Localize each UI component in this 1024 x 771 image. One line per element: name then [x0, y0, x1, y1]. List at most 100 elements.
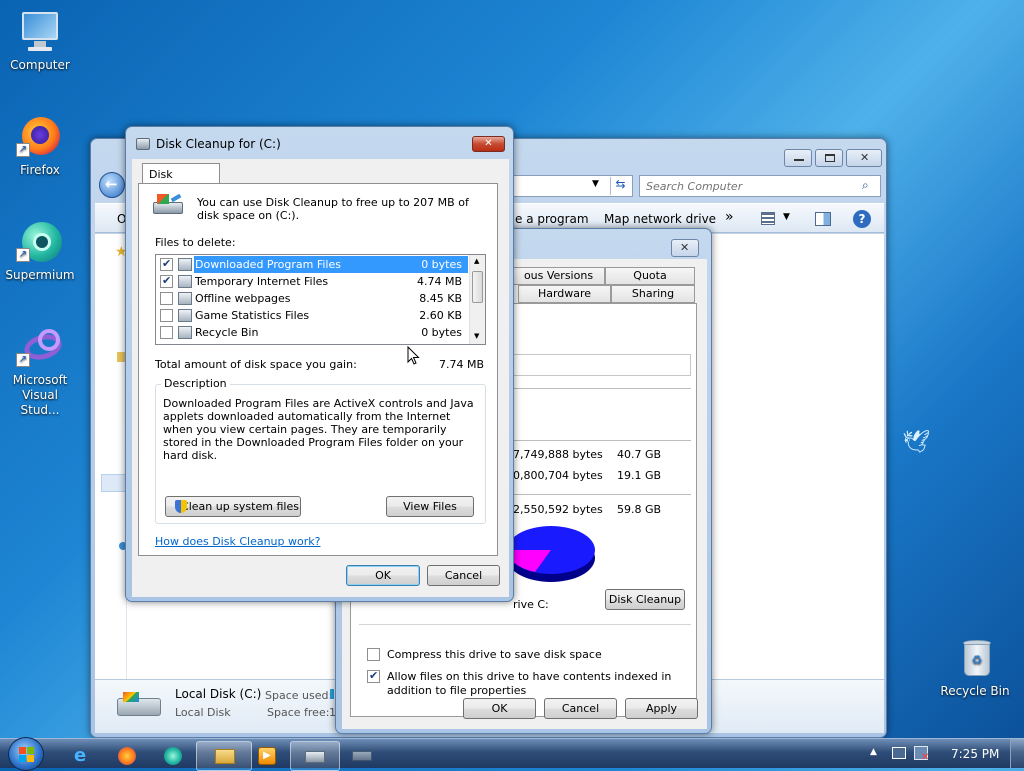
media-player-icon: ▶ [258, 747, 276, 765]
desktop-icon-visual-studio[interactable]: ↗ Microsoft Visual Stud... [0, 325, 80, 418]
scroll-up-icon[interactable]: ▲ [474, 257, 479, 265]
desktop-icon-label: Recycle Bin [940, 684, 1010, 698]
taskbar-ie[interactable]: e [58, 741, 106, 771]
file-checkbox[interactable] [160, 326, 173, 339]
file-list-item[interactable]: Game Statistics Files 2.60 KB [156, 307, 470, 324]
close-icon: ✕ [484, 138, 493, 149]
taskbar: e ▶ ▲ ✕ 7:25 PM [0, 737, 1024, 771]
file-row-content: Downloaded Program Files 0 bytes [194, 256, 468, 273]
back-button[interactable]: ← [99, 172, 125, 198]
file-checkbox[interactable] [160, 257, 173, 271]
file-name: Game Statistics Files [195, 309, 310, 322]
desktop-icon-supermium[interactable]: ↗ Supermium [0, 220, 80, 283]
tab-quota[interactable]: Quota [605, 267, 695, 285]
map-network-drive-button[interactable]: Map network drive [604, 212, 716, 226]
taskbar-drive-properties[interactable] [338, 741, 388, 771]
index-checkbox[interactable] [367, 669, 380, 683]
divider [359, 624, 691, 625]
taskbar-clock[interactable]: 7:25 PM [951, 747, 999, 761]
cleanup-ok-button[interactable]: OK [346, 565, 420, 586]
file-checkbox[interactable] [160, 292, 173, 305]
desktop-icon-computer[interactable]: Computer [0, 10, 80, 73]
free-space-size: 19.1 GB [617, 469, 662, 482]
preview-pane-icon[interactable] [815, 212, 831, 226]
description-label: Description [161, 377, 230, 390]
close-button[interactable]: ✕ [846, 149, 882, 167]
tab-previous-versions[interactable]: ous Versions [512, 267, 605, 285]
drive-caption: rive C: [513, 598, 549, 611]
show-hidden-icons[interactable]: ▲ [870, 747, 877, 757]
file-list[interactable]: Downloaded Program Files 0 bytes Temporary… [155, 254, 486, 345]
scroll-down-icon[interactable]: ▼ [474, 332, 479, 340]
file-type-icon [178, 292, 192, 305]
dialog-close-button[interactable]: ✕ [472, 136, 505, 152]
tab-sharing[interactable]: Sharing [611, 285, 695, 303]
computer-nav-item[interactable] [101, 474, 127, 492]
properties-cancel-button[interactable]: Cancel [544, 698, 617, 719]
file-size: 0 bytes [421, 326, 462, 339]
help-link[interactable]: How does Disk Cleanup work? [155, 535, 320, 548]
taskbar-disk-cleanup[interactable] [290, 741, 340, 771]
action-center-icon[interactable] [892, 747, 906, 759]
clean-up-system-files-button[interactable]: Clean up system files [165, 496, 301, 517]
intro-text: You can use Disk Cleanup to free up to 2… [197, 196, 469, 222]
taskbar-supermium[interactable] [148, 741, 196, 771]
arrow-left-icon: ← [105, 175, 118, 193]
minimize-button[interactable] [784, 149, 812, 167]
file-checkbox[interactable] [160, 274, 173, 288]
index-label: Allow files on this drive to have conten… [387, 670, 672, 697]
properties-ok-button[interactable]: OK [463, 698, 536, 719]
properties-apply-button[interactable]: Apply [625, 698, 698, 719]
view-options-icon[interactable]: ▼ [761, 211, 793, 227]
scroll-thumb[interactable] [472, 271, 483, 303]
cleanup-cancel-button[interactable]: Cancel [427, 565, 500, 586]
file-checkbox[interactable] [160, 309, 173, 322]
help-icon[interactable]: ? [853, 210, 871, 228]
uninstall-program-button[interactable]: e a program [515, 212, 589, 226]
taskbar-media-player[interactable]: ▶ [240, 741, 292, 771]
file-type-icon [178, 275, 192, 288]
start-button[interactable] [8, 737, 44, 771]
file-list-scrollbar[interactable]: ▲ ▼ [469, 255, 485, 344]
file-size: 8.45 KB [419, 292, 462, 305]
desktop-icon-firefox[interactable]: ↗ Firefox [0, 115, 80, 178]
visual-studio-icon: ↗ [16, 325, 65, 371]
properties-close-button[interactable]: ✕ [671, 239, 699, 257]
file-list-item[interactable]: Temporary Internet Files 4.74 MB [156, 273, 470, 290]
drive-type: Local Disk [175, 706, 231, 719]
file-size: 4.74 MB [416, 275, 462, 288]
drive-label-input[interactable] [511, 354, 691, 376]
file-list-item[interactable]: Offline webpages 8.45 KB [156, 290, 470, 307]
disk-cleanup-button[interactable]: Disk Cleanup [605, 589, 685, 610]
wallpaper-bird-icon: 🕊 [902, 430, 930, 455]
tab-disk-cleanup[interactable]: Disk Cleanup [142, 163, 220, 194]
show-desktop-button[interactable] [1010, 739, 1024, 769]
file-row-content: Offline webpages 8.45 KB [194, 290, 468, 307]
used-space-bytes: 7,749,888 bytes [513, 448, 603, 461]
close-icon: ✕ [860, 151, 870, 164]
file-list-item[interactable]: Downloaded Program Files 0 bytes [156, 256, 470, 273]
view-files-button[interactable]: View Files [386, 496, 474, 517]
supermium-icon: ↗ [16, 220, 64, 266]
space-used-label: Space used: [265, 689, 333, 702]
search-input[interactable] [644, 178, 844, 194]
file-size: 0 bytes [421, 258, 462, 271]
desktop-icon-recycle-bin[interactable]: ♻ Recycle Bin [935, 636, 1015, 699]
maximize-button[interactable] [815, 149, 843, 167]
address-bar[interactable]: ▼ ⇆ [511, 175, 633, 197]
more-commands-button[interactable]: » [725, 209, 734, 225]
space-used-bar [330, 689, 334, 699]
divider [511, 494, 691, 495]
desktop-icon-label: Firefox [20, 163, 60, 177]
search-box[interactable]: ⌕ [639, 175, 881, 197]
firefox-icon: ↗ [16, 115, 64, 161]
refresh-icon[interactable]: ⇆ [610, 177, 630, 195]
file-list-item[interactable]: Recycle Bin 0 bytes [156, 324, 470, 341]
network-icon[interactable]: ✕ [914, 746, 929, 763]
compress-checkbox[interactable] [367, 648, 380, 661]
dialog-title: Disk Cleanup for (C:) [156, 137, 281, 151]
taskbar-firefox[interactable] [102, 741, 150, 771]
search-icon: ⌕ [862, 178, 869, 192]
tab-hardware[interactable]: Hardware [518, 285, 611, 303]
divider [511, 440, 691, 441]
